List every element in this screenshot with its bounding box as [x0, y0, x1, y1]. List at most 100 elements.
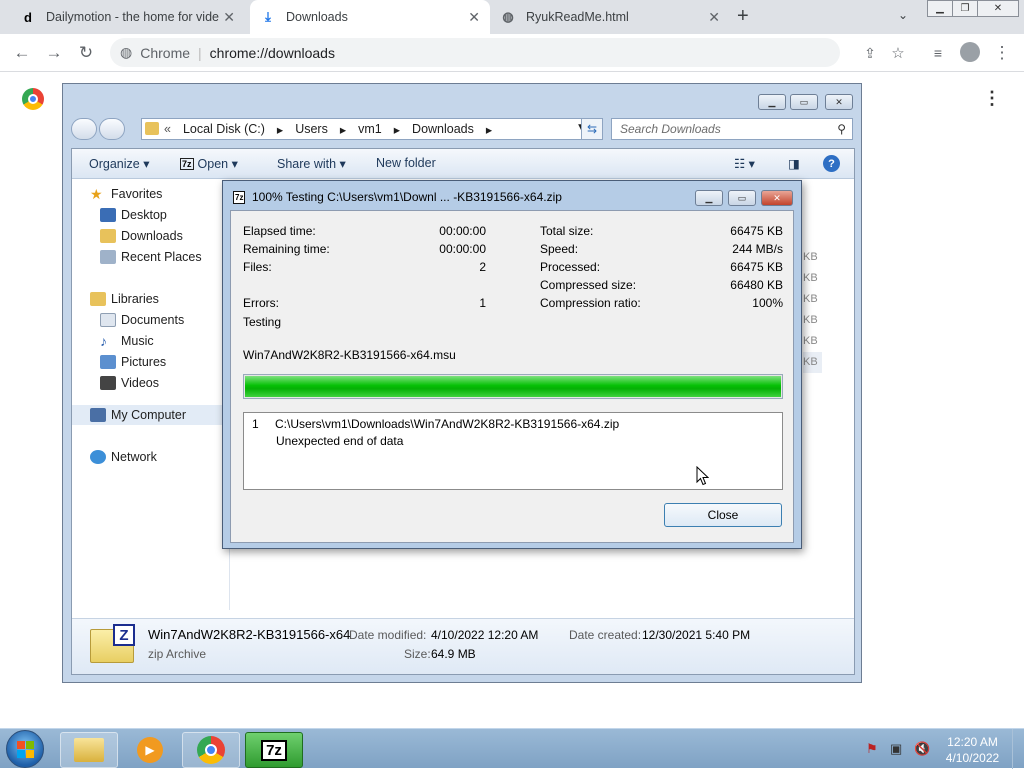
dialog-close-button[interactable]: ✕	[761, 190, 793, 206]
processed-value: 66475 KB	[730, 260, 783, 274]
taskbar-chrome[interactable]	[182, 732, 240, 768]
chrome-logo-icon	[22, 88, 44, 110]
explorer-close-button[interactable]: ✕	[825, 94, 853, 110]
nav-network[interactable]: Network	[90, 447, 157, 467]
log-index: 1	[252, 417, 259, 431]
nav-videos[interactable]: Videos	[100, 373, 159, 393]
close-window-button[interactable]: ✕	[977, 0, 1019, 17]
volume-muted-icon[interactable]: 🔇	[914, 741, 930, 757]
action-center-flag-icon[interactable]: ⚑	[866, 741, 878, 757]
close-icon[interactable]: ✕	[708, 9, 720, 26]
clock-date: 4/10/2022	[945, 751, 1000, 765]
taskbar-media-player[interactable]: ▶	[121, 732, 179, 768]
show-desktop-button[interactable]	[1012, 729, 1024, 769]
start-button[interactable]	[6, 730, 44, 768]
tab-dailymotion[interactable]: d Dailymotion - the home for vide ✕	[10, 0, 245, 34]
media-control-icon[interactable]: ≡	[926, 41, 950, 65]
organize-button[interactable]: Organize ▾	[89, 156, 149, 172]
explorer-forward-button[interactable]	[99, 118, 125, 140]
total-size-value: 66475 KB	[730, 224, 783, 238]
tab-downloads[interactable]: ⤓ Downloads ✕	[250, 0, 490, 34]
forward-button[interactable]: →	[42, 41, 66, 65]
close-icon[interactable]: ✕	[223, 9, 235, 26]
browser-tab-strip: d Dailymotion - the home for vide ✕ ⤓ Do…	[0, 0, 1024, 34]
dialog-body: Elapsed time: 00:00:00 Remaining time: 0…	[230, 210, 794, 543]
breadcrumb-sep: ▸	[485, 122, 493, 137]
remaining-time-value: 00:00:00	[439, 242, 486, 256]
new-folder-button[interactable]: New folder	[376, 156, 436, 170]
open-button[interactable]: 7z Open ▾	[180, 156, 238, 171]
log-message: Unexpected end of data	[276, 434, 404, 448]
files-value: 2	[479, 260, 486, 274]
details-filename: Win7AndW2K8R2-KB3191566-x64	[148, 627, 351, 642]
log-path: C:\Users\vm1\Downloads\Win7AndW2K8R2-KB3…	[275, 417, 620, 431]
libraries-icon	[90, 292, 106, 306]
reload-button[interactable]: ↻	[74, 41, 98, 65]
nav-downloads[interactable]: Downloads	[100, 226, 183, 246]
nav-desktop[interactable]: Desktop	[100, 205, 167, 225]
refresh-icon[interactable]: ⇆	[581, 118, 603, 140]
profile-avatar[interactable]	[960, 42, 980, 62]
compression-ratio-value: 100%	[752, 296, 783, 310]
system-clock[interactable]: 12:20 AM 4/10/2022	[945, 734, 1000, 766]
breadcrumb-vm1[interactable]: vm1	[358, 122, 382, 136]
breadcrumb-local-disk[interactable]: Local Disk (C:)	[183, 122, 265, 136]
media-player-icon: ▶	[137, 737, 163, 763]
progress-bar	[243, 374, 783, 399]
explorer-minimize-button[interactable]: ▁	[758, 94, 786, 110]
nav-my-computer[interactable]: My Computer	[72, 405, 230, 425]
new-tab-button[interactable]: +	[737, 5, 749, 28]
nav-pictures[interactable]: Pictures	[100, 352, 166, 372]
file-size-cell: KB	[803, 293, 818, 305]
minimize-window-button[interactable]: ▁	[927, 0, 953, 17]
share-icon[interactable]: ⇪	[858, 41, 882, 65]
chrome-site-icon: ◍	[120, 44, 133, 60]
share-with-button[interactable]: Share with ▾	[277, 156, 346, 172]
network-icon	[90, 450, 106, 464]
omnibox-divider: |	[198, 44, 202, 61]
close-button[interactable]: Close	[664, 503, 782, 527]
view-options-icon[interactable]: ☷ ▾	[734, 156, 755, 171]
file-size-cell: KB	[803, 352, 822, 373]
date-modified-value: 4/10/2022 12:20 AM	[431, 628, 539, 642]
restore-window-button[interactable]: ❐	[952, 0, 978, 17]
star-icon: ★	[90, 186, 103, 202]
downloads-folder-icon	[100, 229, 116, 243]
breadcrumb-overflow[interactable]: «	[164, 122, 171, 136]
nav-recent-places[interactable]: Recent Places	[100, 247, 202, 267]
taskbar-7zip[interactable]: 7z	[245, 732, 303, 768]
dialog-minimize-button[interactable]: ▁	[695, 190, 723, 206]
speed-value: 244 MB/s	[732, 242, 783, 256]
preview-pane-icon[interactable]: ◨	[788, 156, 800, 171]
explorer-back-button[interactable]	[71, 118, 97, 140]
tab-search-chevron-icon[interactable]: ⌄	[898, 8, 908, 22]
help-icon[interactable]: ?	[823, 155, 840, 172]
dialog-maximize-button[interactable]: ▭	[728, 190, 756, 206]
address-bar[interactable]: ◍ Chrome | chrome://downloads	[110, 38, 840, 67]
explorer-maximize-button[interactable]: ▭	[790, 94, 818, 110]
total-size-label: Total size:	[540, 224, 594, 238]
kebab-menu-icon[interactable]: ⋮	[990, 41, 1014, 65]
chrome-icon	[197, 736, 225, 764]
back-button[interactable]: ←	[10, 41, 34, 65]
close-icon[interactable]: ✕	[468, 9, 480, 26]
nav-documents[interactable]: Documents	[100, 310, 184, 330]
bookmark-star-icon[interactable]: ☆	[886, 41, 910, 65]
browser-toolbar: ← → ↻ ◍ Chrome | chrome://downloads ⇪ ☆ …	[0, 34, 1024, 72]
explorer-address-bar[interactable]: « Local Disk (C:) ▸ Users ▸ vm1 ▸ Downlo…	[141, 118, 603, 140]
speed-label: Speed:	[540, 242, 579, 256]
breadcrumb-users[interactable]: Users	[295, 122, 328, 136]
nav-libraries[interactable]: Libraries	[90, 289, 159, 309]
taskbar-explorer[interactable]	[60, 732, 118, 768]
search-placeholder: Search Downloads	[620, 122, 721, 136]
tab-ryuk-readme[interactable]: ◍ RyukReadMe.html ✕	[490, 0, 730, 34]
network-tray-icon[interactable]: ▣	[890, 741, 902, 757]
breadcrumb-downloads[interactable]: Downloads	[412, 122, 474, 136]
file-size-column: KB KB KB KB KB KB	[803, 247, 822, 373]
nav-music[interactable]: ♪ Music	[100, 331, 154, 351]
explorer-search-input[interactable]: Search Downloads ⚲	[611, 118, 853, 140]
file-size-cell: KB	[803, 335, 818, 347]
nav-favorites[interactable]: ★ Favorites	[90, 184, 162, 204]
downloads-menu-icon[interactable]: ⋮	[983, 88, 1001, 109]
breadcrumb-sep: ▸	[339, 122, 347, 137]
